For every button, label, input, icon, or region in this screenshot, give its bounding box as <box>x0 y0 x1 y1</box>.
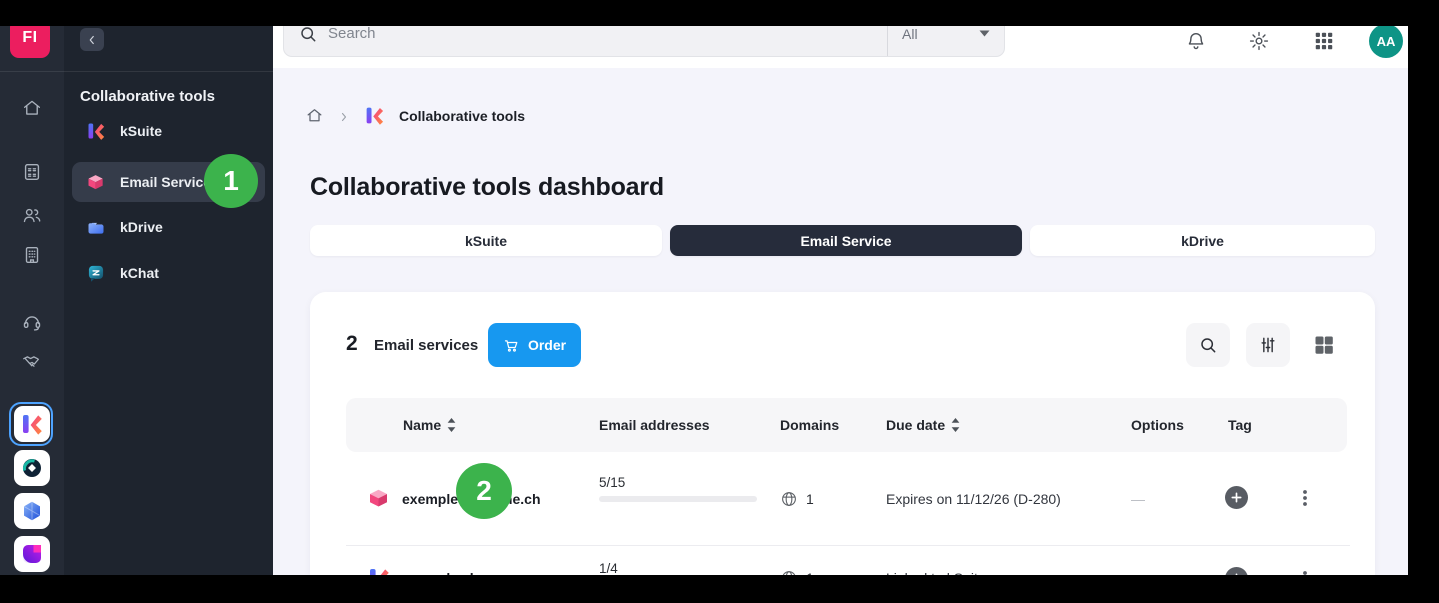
support-icon[interactable] <box>21 311 43 333</box>
services-count-label: Email services <box>374 337 479 354</box>
column-header-due-date[interactable]: Due date <box>886 398 960 452</box>
email-service-icon <box>86 172 106 192</box>
column-header-addresses: Email addresses <box>599 398 710 452</box>
addresses-cell: 5/15 <box>599 475 757 502</box>
chevron-down-icon <box>979 30 990 37</box>
ksuite-breadcrumb-icon <box>364 105 385 126</box>
letterbox-bottom <box>0 575 1439 603</box>
apps-grid-icon[interactable] <box>1313 30 1335 52</box>
annotation-step-1: 1 <box>204 154 258 208</box>
search-scope-value: All <box>902 25 918 42</box>
column-label: Options <box>1131 417 1184 433</box>
search-icon <box>1201 338 1216 353</box>
options-value: — <box>1131 490 1145 507</box>
sort-icon <box>951 418 960 432</box>
home-icon[interactable] <box>21 97 43 119</box>
app-4-icon[interactable] <box>14 536 50 572</box>
filter-sliders-icon <box>1261 337 1275 353</box>
bell-icon[interactable] <box>1185 30 1207 52</box>
tab-label: kSuite <box>464 232 507 249</box>
table-search-button[interactable] <box>1186 323 1230 367</box>
breadcrumb-section[interactable]: Collaborative tools <box>399 108 525 124</box>
chevron-left-icon <box>89 35 94 44</box>
globe-icon <box>780 490 798 508</box>
secondary-sidebar: Collaborative tools kSuite Email Service… <box>64 0 273 575</box>
sidebar-item-label: Email Service <box>120 174 212 190</box>
sidebar-top-divider <box>0 71 273 72</box>
kebab-icon <box>1303 490 1307 506</box>
column-header-name[interactable]: Name <box>403 398 456 452</box>
gear-icon[interactable] <box>1248 30 1270 52</box>
screenshot-stage: FI Collaborative tools kSuite Email Serv… <box>0 0 1439 603</box>
column-label: Domains <box>780 417 840 433</box>
sidebar-item-ksuite[interactable]: kSuite <box>72 111 265 151</box>
grid-view-icon[interactable] <box>1312 333 1336 357</box>
tab-label: Email Service <box>800 232 892 249</box>
addresses-count: 1/4 <box>599 561 618 576</box>
column-label: Due date <box>886 417 946 433</box>
order-button[interactable]: Order <box>488 323 581 367</box>
breadcrumb: Collaborative tools <box>305 105 525 126</box>
column-header-domains: Domains <box>780 398 839 452</box>
letterbox-top <box>0 0 1439 26</box>
addresses-progress <box>599 496 757 502</box>
domains-count: 1 <box>806 490 814 507</box>
page-title: Collaborative tools dashboard <box>310 172 664 201</box>
organization-icon[interactable] <box>21 244 43 266</box>
column-label: Tag <box>1228 417 1252 433</box>
search-input[interactable] <box>318 25 887 42</box>
sidebar-item-label: kDrive <box>120 219 163 235</box>
table-header: Name Email addresses Domains Due date Op… <box>346 398 1347 452</box>
column-label: Name <box>403 417 442 433</box>
cart-icon <box>504 339 518 352</box>
app-3-icon[interactable] <box>14 493 50 529</box>
primary-sidebar: FI <box>0 0 64 575</box>
plus-icon <box>1231 492 1242 503</box>
tab-label: kDrive <box>1181 232 1224 249</box>
users-icon[interactable] <box>21 204 43 226</box>
email-service-icon <box>367 486 391 510</box>
addresses-count: 5/15 <box>599 475 626 490</box>
sidebar-item-label: kSuite <box>120 123 163 139</box>
tab-email-service[interactable]: Email Service <box>670 225 1022 256</box>
row-menu-button[interactable] <box>1296 489 1314 507</box>
letterbox-right <box>1408 0 1439 603</box>
sort-icon <box>447 418 456 432</box>
chevron-right-icon <box>338 110 350 122</box>
ksuite-app-icon[interactable] <box>14 406 50 442</box>
tab-ksuite[interactable]: kSuite <box>310 225 662 256</box>
filter-button[interactable] <box>1246 323 1290 367</box>
domains-cell: 1 <box>780 452 814 545</box>
email-services-card: 2 Email services Order Name Email addres… <box>310 292 1375 590</box>
breadcrumb-home-icon[interactable] <box>305 106 324 125</box>
sidebar-item-label: kChat <box>120 265 159 281</box>
collapse-sidebar-button[interactable] <box>80 28 104 51</box>
sidebar-item-kchat[interactable]: kChat <box>72 253 265 293</box>
partner-icon[interactable] <box>21 350 43 372</box>
ksuite-icon <box>86 121 106 141</box>
add-tag-button[interactable] <box>1225 486 1248 509</box>
kchat-icon <box>86 263 106 283</box>
sidebar-section-title: Collaborative tools <box>80 88 216 105</box>
kdrive-icon <box>86 217 106 237</box>
search-icon <box>298 24 318 44</box>
tab-kdrive[interactable]: kDrive <box>1030 225 1375 256</box>
column-header-tag: Tag <box>1228 398 1252 452</box>
billing-icon[interactable] <box>21 161 43 183</box>
order-button-label: Order <box>527 337 567 353</box>
column-label: Email addresses <box>599 417 710 433</box>
annotation-step-2: 2 <box>456 463 512 519</box>
app-2-icon[interactable] <box>14 450 50 486</box>
due-date: Expires on 11/12/26 (D-280) <box>886 490 1061 507</box>
column-header-options: Options <box>1131 398 1184 452</box>
sidebar-item-kdrive[interactable]: kDrive <box>72 207 265 247</box>
services-count: 2 <box>346 332 358 355</box>
user-avatar[interactable]: AA <box>1369 24 1403 58</box>
main-content: Collaborative tools Collaborative tools … <box>273 68 1408 590</box>
